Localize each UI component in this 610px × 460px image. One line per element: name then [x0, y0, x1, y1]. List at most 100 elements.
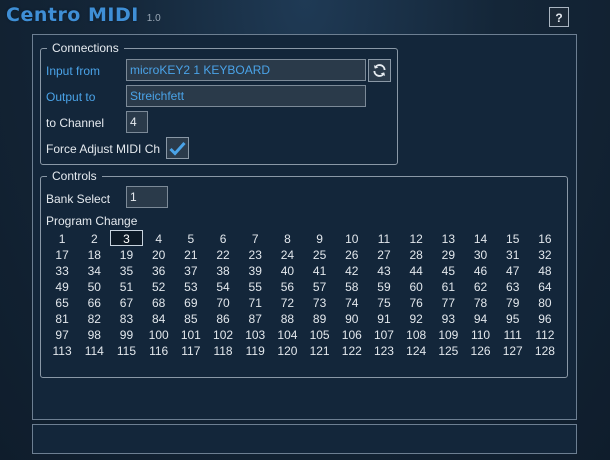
program-button[interactable]: 9 — [304, 230, 336, 246]
program-button[interactable]: 71 — [239, 294, 271, 310]
program-button[interactable]: 6 — [207, 230, 239, 246]
program-button[interactable]: 82 — [78, 310, 110, 326]
program-button[interactable]: 62 — [464, 278, 496, 294]
program-button[interactable]: 81 — [46, 310, 78, 326]
program-button[interactable]: 51 — [110, 278, 142, 294]
program-button[interactable]: 55 — [239, 278, 271, 294]
program-button[interactable]: 29 — [432, 246, 464, 262]
program-button[interactable]: 24 — [271, 246, 303, 262]
program-button[interactable]: 53 — [175, 278, 207, 294]
program-button[interactable]: 8 — [271, 230, 303, 246]
program-button[interactable]: 27 — [368, 246, 400, 262]
program-button[interactable]: 83 — [110, 310, 142, 326]
program-button[interactable]: 72 — [271, 294, 303, 310]
program-button[interactable]: 96 — [529, 310, 561, 326]
program-button[interactable]: 7 — [239, 230, 271, 246]
program-button[interactable]: 23 — [239, 246, 271, 262]
program-button[interactable]: 76 — [400, 294, 432, 310]
program-button[interactable]: 120 — [271, 342, 303, 358]
program-button[interactable]: 42 — [336, 262, 368, 278]
program-button[interactable]: 111 — [497, 326, 529, 342]
program-button[interactable]: 65 — [46, 294, 78, 310]
program-button[interactable]: 118 — [207, 342, 239, 358]
program-button[interactable]: 2 — [78, 230, 110, 246]
input-from-field[interactable]: microKEY2 1 KEYBOARD — [126, 59, 366, 81]
program-button[interactable]: 70 — [207, 294, 239, 310]
program-button[interactable]: 11 — [368, 230, 400, 246]
program-button[interactable]: 28 — [400, 246, 432, 262]
program-button[interactable]: 61 — [432, 278, 464, 294]
program-button[interactable]: 54 — [207, 278, 239, 294]
program-button[interactable]: 58 — [336, 278, 368, 294]
program-button[interactable]: 25 — [304, 246, 336, 262]
program-button[interactable]: 26 — [336, 246, 368, 262]
force-adjust-checkbox[interactable] — [166, 137, 189, 159]
program-button[interactable]: 124 — [400, 342, 432, 358]
program-button[interactable]: 49 — [46, 278, 78, 294]
program-button[interactable]: 13 — [432, 230, 464, 246]
program-button[interactable]: 92 — [400, 310, 432, 326]
program-button[interactable]: 33 — [46, 262, 78, 278]
program-button[interactable]: 1 — [46, 230, 78, 246]
program-button[interactable]: 4 — [143, 230, 175, 246]
program-button[interactable]: 79 — [497, 294, 529, 310]
program-button[interactable]: 5 — [175, 230, 207, 246]
program-button[interactable]: 99 — [110, 326, 142, 342]
program-button[interactable]: 98 — [78, 326, 110, 342]
program-button[interactable]: 46 — [464, 262, 496, 278]
program-button[interactable]: 89 — [304, 310, 336, 326]
program-button[interactable]: 93 — [432, 310, 464, 326]
program-button[interactable]: 88 — [271, 310, 303, 326]
program-button[interactable]: 43 — [368, 262, 400, 278]
program-button[interactable]: 15 — [497, 230, 529, 246]
program-button[interactable]: 108 — [400, 326, 432, 342]
program-button[interactable]: 106 — [336, 326, 368, 342]
program-button[interactable]: 109 — [432, 326, 464, 342]
program-button[interactable]: 67 — [110, 294, 142, 310]
output-to-field[interactable]: Streichfett — [126, 85, 366, 107]
program-button[interactable]: 105 — [304, 326, 336, 342]
program-button[interactable]: 21 — [175, 246, 207, 262]
program-button[interactable]: 59 — [368, 278, 400, 294]
program-button[interactable]: 34 — [78, 262, 110, 278]
program-button[interactable]: 110 — [464, 326, 496, 342]
program-button[interactable]: 37 — [175, 262, 207, 278]
program-button[interactable]: 114 — [78, 342, 110, 358]
program-button[interactable]: 80 — [529, 294, 561, 310]
program-button[interactable]: 100 — [143, 326, 175, 342]
program-button[interactable]: 16 — [529, 230, 561, 246]
program-button[interactable]: 86 — [207, 310, 239, 326]
program-button[interactable]: 30 — [464, 246, 496, 262]
program-button[interactable]: 102 — [207, 326, 239, 342]
program-button[interactable]: 75 — [368, 294, 400, 310]
bank-select-field[interactable]: 1 — [126, 186, 168, 208]
program-button[interactable]: 91 — [368, 310, 400, 326]
program-button[interactable]: 3 — [110, 230, 143, 246]
program-button[interactable]: 44 — [400, 262, 432, 278]
help-button[interactable]: ? — [549, 7, 569, 27]
program-button[interactable]: 14 — [464, 230, 496, 246]
program-button[interactable]: 119 — [239, 342, 271, 358]
program-button[interactable]: 69 — [175, 294, 207, 310]
program-button[interactable]: 19 — [110, 246, 142, 262]
program-button[interactable]: 116 — [143, 342, 175, 358]
program-button[interactable]: 60 — [400, 278, 432, 294]
program-button[interactable]: 90 — [336, 310, 368, 326]
program-button[interactable]: 32 — [529, 246, 561, 262]
program-button[interactable]: 45 — [432, 262, 464, 278]
program-button[interactable]: 41 — [304, 262, 336, 278]
program-button[interactable]: 87 — [239, 310, 271, 326]
program-button[interactable]: 31 — [497, 246, 529, 262]
program-button[interactable]: 94 — [464, 310, 496, 326]
program-button[interactable]: 57 — [304, 278, 336, 294]
program-button[interactable]: 107 — [368, 326, 400, 342]
program-button[interactable]: 36 — [143, 262, 175, 278]
program-button[interactable]: 10 — [336, 230, 368, 246]
program-button[interactable]: 128 — [529, 342, 561, 358]
channel-field[interactable]: 4 — [126, 111, 148, 133]
program-button[interactable]: 117 — [175, 342, 207, 358]
program-button[interactable]: 85 — [175, 310, 207, 326]
program-button[interactable]: 40 — [271, 262, 303, 278]
program-button[interactable]: 125 — [432, 342, 464, 358]
program-button[interactable]: 50 — [78, 278, 110, 294]
